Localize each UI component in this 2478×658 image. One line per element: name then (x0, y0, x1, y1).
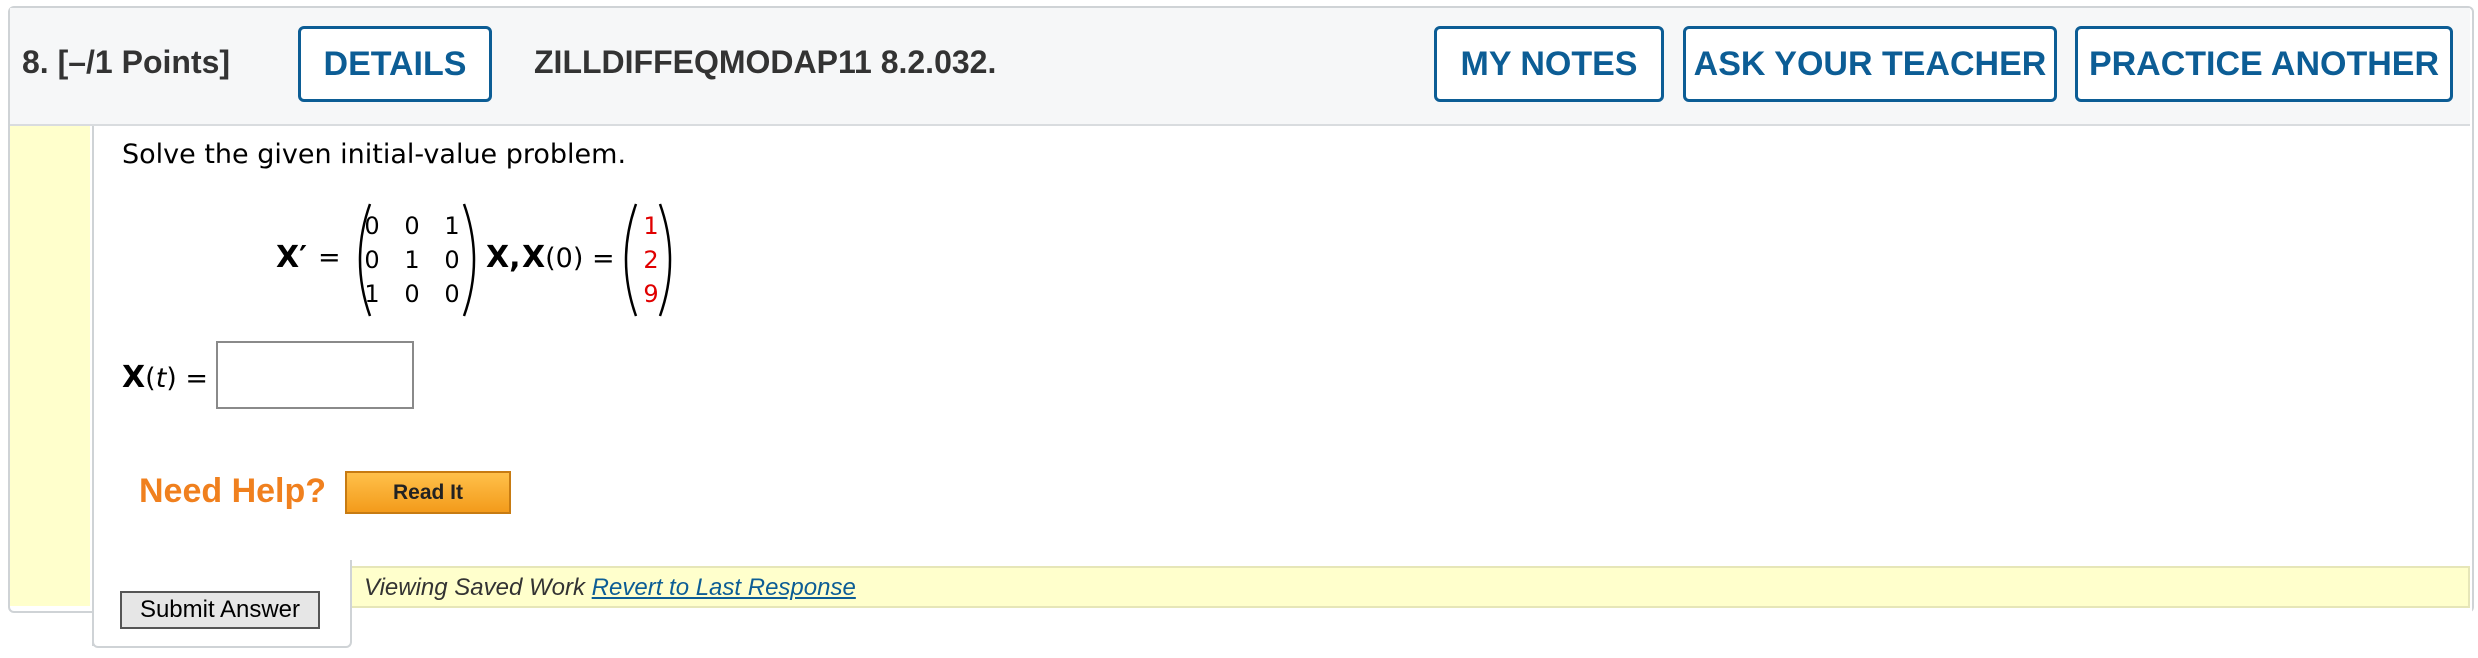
vector-right-paren (658, 203, 672, 317)
matrix-right-paren (462, 203, 476, 317)
answer-label: X(t) = (122, 360, 209, 395)
question-number: 8. [–/1 Points] (22, 44, 230, 81)
matrix-cell: 0 (364, 212, 380, 240)
read-it-button[interactable]: Read It (345, 471, 511, 514)
ask-teacher-button[interactable]: ASK YOUR TEACHER (1683, 26, 2057, 102)
submit-answer-button[interactable]: Submit Answer (120, 591, 320, 629)
equation-x: X, (486, 240, 521, 275)
matrix-cell: 1 (404, 246, 420, 274)
revert-link[interactable]: Revert to Last Response (592, 574, 856, 601)
question-number-label: 8. (22, 44, 49, 80)
question-prompt: Solve the given initial-value problem. (122, 139, 627, 170)
matrix-cell: 1 (364, 280, 380, 308)
answer-input[interactable] (216, 341, 414, 409)
practice-another-button[interactable]: PRACTICE ANOTHER (2075, 26, 2453, 102)
saved-work-text: Viewing Saved Work Revert to Last Respon… (364, 574, 856, 601)
equation-lhs: X′ (276, 240, 308, 275)
vector-left-paren (624, 203, 638, 317)
details-button[interactable]: DETAILS (298, 26, 492, 102)
initial-condition-label: X(0) = (522, 240, 615, 275)
equation-equals: = (318, 242, 341, 273)
points-label: [–/1 Points] (57, 44, 231, 80)
matrix-cell: 0 (404, 212, 420, 240)
need-help-label: Need Help? (139, 472, 327, 510)
matrix-cell: 0 (404, 280, 420, 308)
matrix-cell: 0 (364, 246, 380, 274)
my-notes-button[interactable]: MY NOTES (1434, 26, 1664, 102)
question-code: ZILLDIFFEQMODAP11 8.2.032. (534, 44, 997, 80)
left-highlight-strip (10, 126, 90, 606)
